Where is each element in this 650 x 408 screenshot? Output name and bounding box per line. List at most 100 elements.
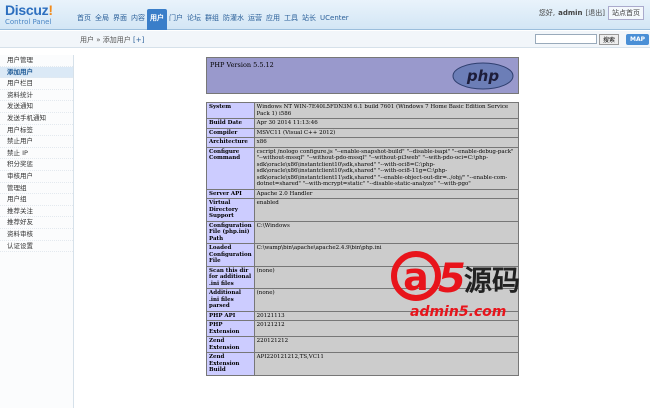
nav-item[interactable]: UCenter bbox=[318, 9, 351, 30]
sidebar-item[interactable]: 认证设置 bbox=[0, 241, 73, 253]
php-version: PHP Version 5.5.12 bbox=[210, 61, 274, 69]
greeting-text: 您好, bbox=[538, 9, 556, 17]
nav-item[interactable]: 界面 bbox=[111, 9, 129, 30]
phpinfo-key: PHP API bbox=[206, 310, 255, 321]
top-header: Discuz! Control Panel 首页 全局 界面 内容 用户 门户 论坛 群组 防灌… bbox=[0, 0, 650, 30]
discuz-logo[interactable]: Discuz! Control Panel bbox=[5, 2, 73, 28]
phpinfo-value: (none) bbox=[253, 265, 520, 289]
phpinfo-row: Zend Extension Build API220121212,TS,VC11 bbox=[206, 352, 520, 376]
nav-item[interactable]: 运营 bbox=[246, 9, 264, 30]
nav-item[interactable]: 首页 bbox=[75, 9, 93, 30]
sub-bar: 用户 » 添加用户 [+] 搜索 MAP bbox=[0, 31, 650, 48]
phpinfo-value: x86 bbox=[253, 137, 520, 148]
crumb-current: 添加用户 bbox=[102, 36, 131, 44]
phpinfo-row: PHP API 20121113 bbox=[206, 310, 520, 321]
sidebar-item[interactable]: 用户管理 bbox=[0, 55, 73, 67]
phpinfo-table: System Windows NT WIN-7E40L5FDN3M 6.1 bui… bbox=[206, 102, 520, 376]
phpinfo-row: Build Date Apr 30 2014 11:13:46 bbox=[206, 118, 520, 129]
nav-item[interactable]: 站长 bbox=[300, 9, 318, 30]
add-shortcut-link[interactable]: [+] bbox=[133, 36, 144, 44]
phpinfo-value: MSVC11 (Visual C++ 2012) bbox=[253, 127, 520, 138]
nav-item[interactable]: 工具 bbox=[282, 9, 300, 30]
phpinfo-value: 220121212 bbox=[253, 336, 520, 353]
sidebar-item[interactable]: 用户组 bbox=[0, 194, 73, 206]
sidebar-item[interactable]: 资料统计 bbox=[0, 90, 73, 102]
sidebar-item[interactable]: 禁止 IP bbox=[0, 148, 73, 160]
phpinfo-value: Apr 30 2014 11:13:46 bbox=[253, 118, 520, 129]
nav-item[interactable]: 防灌水 bbox=[221, 9, 246, 30]
phpinfo-key: PHP Extension bbox=[206, 320, 255, 337]
map-button[interactable]: MAP bbox=[626, 34, 649, 45]
phpinfo-key: Configuration File (php.ini) Path bbox=[206, 220, 255, 244]
phpinfo-key: Compiler bbox=[206, 127, 255, 138]
sidebar-item[interactable]: 推荐好友 bbox=[0, 217, 73, 229]
phpinfo-row: Architecture x86 bbox=[206, 137, 520, 148]
phpinfo-key: Architecture bbox=[206, 137, 255, 148]
phpinfo-row: Server API Apache 2.0 Handler bbox=[206, 188, 520, 199]
phpinfo-key: Configure Command bbox=[206, 146, 255, 190]
sidebar: 用户管理 添加用户 用户栏目 资料统计 发送通知 发送手机通知 用户标签 禁止用户 禁止 IP 积… bbox=[0, 55, 74, 408]
site-home-button[interactable]: 站点首页 bbox=[608, 6, 644, 20]
breadcrumb: 用户 » 添加用户 [+] bbox=[80, 35, 144, 45]
phpinfo-value: (none) bbox=[253, 288, 520, 312]
svg-text:php: php bbox=[466, 67, 499, 85]
nav-item[interactable]: 内容 bbox=[129, 9, 147, 30]
phpinfo-key: Build Date bbox=[206, 118, 255, 129]
phpinfo-row: System Windows NT WIN-7E40L5FDN3M 6.1 bui… bbox=[206, 102, 520, 119]
phpinfo-key: Additional .ini files parsed bbox=[206, 288, 255, 312]
phpinfo-value: cscript /nologo configure.js "--enable-s… bbox=[253, 146, 520, 190]
crumb-root[interactable]: 用户 bbox=[80, 36, 94, 44]
phpinfo-row: Loaded Configuration File C:\wamp\bin\apa… bbox=[206, 243, 520, 267]
sidebar-item[interactable]: 资料审核 bbox=[0, 229, 73, 241]
sidebar-item[interactable]: 用户栏目 bbox=[0, 78, 73, 90]
main-nav: 首页 全局 界面 内容 用户 门户 论坛 群组 防灌水 运营 应用 工具 站长 UCenter bbox=[75, 9, 351, 30]
phpinfo-value: 20121113 bbox=[253, 310, 520, 321]
phpinfo-header: PHP Version 5.5.12 php bbox=[206, 57, 519, 94]
phpinfo-value: C:\Windows bbox=[253, 220, 520, 244]
nav-item[interactable]: 应用 bbox=[264, 9, 282, 30]
php-logo-icon: php bbox=[452, 62, 514, 90]
phpinfo-panel: PHP Version 5.5.12 php System Windows NT … bbox=[206, 57, 520, 376]
sidebar-item[interactable]: 用户标签 bbox=[0, 125, 73, 137]
crumb-separator: » bbox=[96, 36, 101, 44]
sidebar-item[interactable]: 添加用户 bbox=[0, 66, 73, 79]
phpinfo-row: Compiler MSVC11 (Visual C++ 2012) bbox=[206, 127, 520, 138]
nav-item[interactable]: 论坛 bbox=[185, 9, 203, 30]
sidebar-item[interactable]: 管理组 bbox=[0, 183, 73, 195]
user-bar: 您好, admin [退出] 站点首页 bbox=[539, 6, 644, 20]
phpinfo-key: Zend Extension Build bbox=[206, 352, 255, 376]
phpinfo-key: Loaded Configuration File bbox=[206, 243, 255, 267]
phpinfo-row: Additional .ini files parsed (none) bbox=[206, 288, 520, 312]
phpinfo-row: Configuration File (php.ini) Path C:\Wind… bbox=[206, 220, 520, 244]
logout-link[interactable]: [退出] bbox=[586, 8, 605, 18]
nav-item[interactable]: 用户 bbox=[147, 9, 167, 30]
sidebar-item[interactable]: 推荐关注 bbox=[0, 206, 73, 218]
phpinfo-key: Zend Extension bbox=[206, 336, 255, 353]
nav-item[interactable]: 群组 bbox=[203, 9, 221, 30]
username: admin bbox=[558, 9, 583, 17]
phpinfo-value: Windows NT WIN-7E40L5FDN3M 6.1 build 760… bbox=[253, 102, 520, 119]
phpinfo-value: enabled bbox=[253, 198, 520, 222]
search-button[interactable]: 搜索 bbox=[599, 34, 620, 45]
phpinfo-row: Configure Command cscript /nologo configu… bbox=[206, 146, 520, 190]
phpinfo-key: Server API bbox=[206, 188, 255, 199]
sidebar-item[interactable]: 禁止用户 bbox=[0, 136, 73, 148]
phpinfo-value: C:\wamp\bin\apache\apache2.4.9\bin\php.i… bbox=[253, 243, 520, 267]
sidebar-item[interactable]: 积分奖惩 bbox=[0, 159, 73, 171]
content-frame: PHP Version 5.5.12 php System Windows NT … bbox=[74, 49, 650, 408]
phpinfo-row: Zend Extension 220121212 bbox=[206, 336, 520, 353]
sidebar-item[interactable]: 审核用户 bbox=[0, 171, 73, 183]
phpinfo-key: Scan this dir for additional .ini files bbox=[206, 265, 255, 289]
phpinfo-row: Scan this dir for additional .ini files(… bbox=[206, 265, 520, 289]
phpinfo-value: 20121212 bbox=[253, 320, 520, 337]
search-input[interactable] bbox=[535, 34, 597, 44]
nav-item[interactable]: 门户 bbox=[167, 9, 185, 30]
phpinfo-row: Virtual Directory Support enabled bbox=[206, 198, 520, 222]
sidebar-item[interactable]: 发送通知 bbox=[0, 101, 73, 113]
sidebar-item[interactable]: 发送手机通知 bbox=[0, 113, 73, 125]
logo-subtitle: Control Panel bbox=[5, 18, 52, 26]
phpinfo-value: Apache 2.0 Handler bbox=[253, 188, 520, 199]
phpinfo-key: Virtual Directory Support bbox=[206, 198, 255, 222]
nav-item[interactable]: 全局 bbox=[93, 9, 111, 30]
phpinfo-row: PHP Extension 20121212 bbox=[206, 320, 520, 337]
